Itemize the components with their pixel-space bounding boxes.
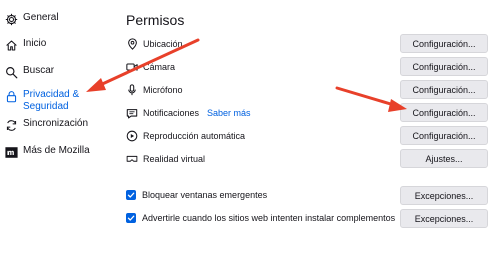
permission-label: Realidad virtual [143, 154, 206, 164]
permission-label: Reproducción automática [143, 131, 246, 141]
permissions-panel: Permisos Ubicación Configuración... Cáma… [118, 0, 500, 255]
notifications-settings-button[interactable]: Configuración... [400, 103, 488, 122]
sidebar-item-privacy[interactable]: Privacidad & Seguridad [4, 89, 79, 113]
warn-addons-option[interactable]: Advertirle cuando los sitios web intente… [126, 213, 395, 223]
addons-exceptions-button[interactable]: Excepciones... [400, 209, 488, 228]
sync-icon [4, 118, 18, 132]
autoplay-icon [126, 130, 138, 142]
block-popups-label: Bloquear ventanas emergentes [142, 190, 268, 200]
lock-icon [4, 89, 18, 103]
sidebar-item-label: Inicio [23, 38, 47, 49]
permission-label: Ubicación [143, 39, 183, 49]
camera-settings-button[interactable]: Configuración... [400, 57, 488, 76]
mozilla-icon [4, 145, 18, 159]
settings-sidebar: General Inicio Buscar Privacidad & Segur… [0, 0, 110, 255]
gear-icon [4, 12, 18, 26]
section-title: Permisos [126, 12, 185, 28]
notification-icon [126, 107, 138, 119]
block-popups-checkbox[interactable] [126, 190, 136, 200]
sidebar-item-general[interactable]: General [4, 12, 59, 26]
sidebar-item-label: Privacidad & Seguridad [23, 89, 80, 112]
sidebar-item-label: Sincronización [23, 118, 89, 129]
permission-label: Micrófono [143, 85, 183, 95]
sidebar-item-label: General [23, 12, 59, 23]
permission-label: Notificaciones [143, 108, 200, 118]
sidebar-item-inicio[interactable]: Inicio [4, 38, 46, 52]
sidebar-item-more-mozilla[interactable]: Más de Mozilla [4, 145, 90, 159]
home-icon [4, 38, 18, 52]
autoplay-settings-button[interactable]: Configuración... [400, 126, 488, 145]
search-icon [4, 65, 18, 79]
camera-icon [126, 61, 138, 73]
warn-addons-checkbox[interactable] [126, 213, 136, 223]
warn-addons-label: Advertirle cuando los sitios web intente… [142, 213, 396, 223]
vr-icon [126, 153, 138, 165]
microphone-icon [126, 84, 138, 96]
sidebar-item-buscar[interactable]: Buscar [4, 65, 54, 79]
sidebar-item-label: Más de Mozilla [23, 145, 90, 156]
sidebar-item-label: Buscar [23, 65, 55, 76]
location-icon [126, 38, 138, 50]
learn-more-link[interactable]: Saber más [207, 108, 251, 118]
block-popups-option[interactable]: Bloquear ventanas emergentes [126, 190, 267, 200]
vr-settings-button[interactable]: Ajustes... [400, 149, 488, 168]
sidebar-item-sync[interactable]: Sincronización [4, 118, 88, 132]
microphone-settings-button[interactable]: Configuración... [400, 80, 488, 99]
permission-label: Cámara [143, 62, 176, 72]
popups-exceptions-button[interactable]: Excepciones... [400, 186, 488, 205]
location-settings-button[interactable]: Configuración... [400, 34, 488, 53]
